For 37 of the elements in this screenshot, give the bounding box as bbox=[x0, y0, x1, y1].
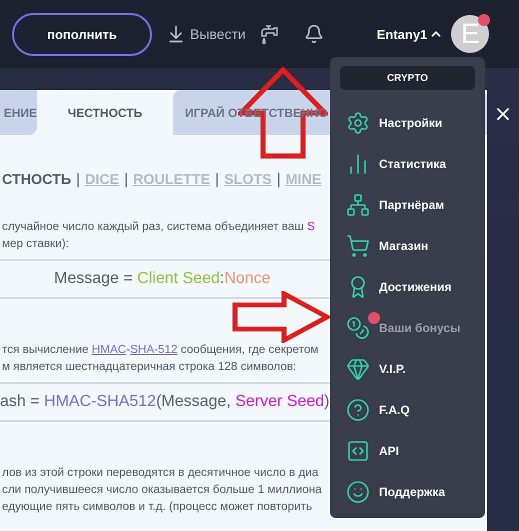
paragraph-line: м является шестнадцатеричная строка 128 символов: bbox=[1, 360, 296, 373]
paragraph-line: едующие пять символов и т.д. (процесс может повторить bbox=[1, 500, 312, 513]
paragraph-line: тся вычисление HMAC-SHA-512 сообщения, где секретом bbox=[1, 343, 318, 356]
withdraw-button[interactable]: Вывести bbox=[166, 24, 246, 44]
menu-item[interactable]: API bbox=[340, 438, 475, 464]
cart-icon bbox=[346, 234, 370, 258]
network-icon bbox=[346, 193, 370, 217]
diamond-icon bbox=[346, 357, 370, 381]
gear-icon bbox=[346, 111, 370, 135]
bell-icon[interactable] bbox=[304, 24, 324, 44]
separator: | bbox=[124, 171, 128, 188]
menu-item[interactable]: Достижения bbox=[340, 274, 475, 300]
paragraph-line: случайное число каждый раз, система объединяет ваш S bbox=[1, 220, 315, 233]
paragraph-line: лов из этой строки переводятся в десятичное число в диа bbox=[1, 466, 318, 479]
formula: Message = Client Seed:Nonce bbox=[54, 270, 271, 288]
deposit-button[interactable]: пополнить bbox=[12, 12, 152, 56]
menu-item[interactable]: Настройки bbox=[340, 110, 475, 136]
menu-item[interactable]: F.A.Q bbox=[340, 397, 475, 423]
menu-item[interactable]: V.I.P. bbox=[340, 356, 475, 382]
menu-item[interactable]: Магазин bbox=[340, 233, 475, 259]
paragraph-line: мер ставки): bbox=[1, 237, 69, 250]
smile-icon bbox=[346, 480, 370, 504]
paragraph-line: сли получившееся число оказывается больше 1 миллиона bbox=[1, 483, 322, 496]
menu-item[interactable]: Поддержка bbox=[340, 479, 475, 505]
section-label: CRYPTO bbox=[340, 66, 475, 90]
menu-item[interactable]: Статистика bbox=[340, 151, 475, 177]
coins-icon bbox=[346, 316, 370, 340]
separator: | bbox=[215, 171, 220, 188]
separator: | bbox=[76, 171, 80, 188]
menu-item[interactable]: Партнёрам bbox=[340, 192, 475, 218]
separator: | bbox=[276, 171, 281, 188]
user-menu-button[interactable]: Entany1 bbox=[376, 26, 444, 42]
section-title[interactable]: СТНОСТЬ bbox=[2, 172, 72, 188]
code-icon bbox=[346, 439, 370, 463]
help-icon bbox=[346, 398, 370, 422]
close-button[interactable]: × bbox=[494, 104, 512, 126]
formula: ash = HMAC-SHA512(Message, Server Seed) bbox=[0, 393, 330, 411]
